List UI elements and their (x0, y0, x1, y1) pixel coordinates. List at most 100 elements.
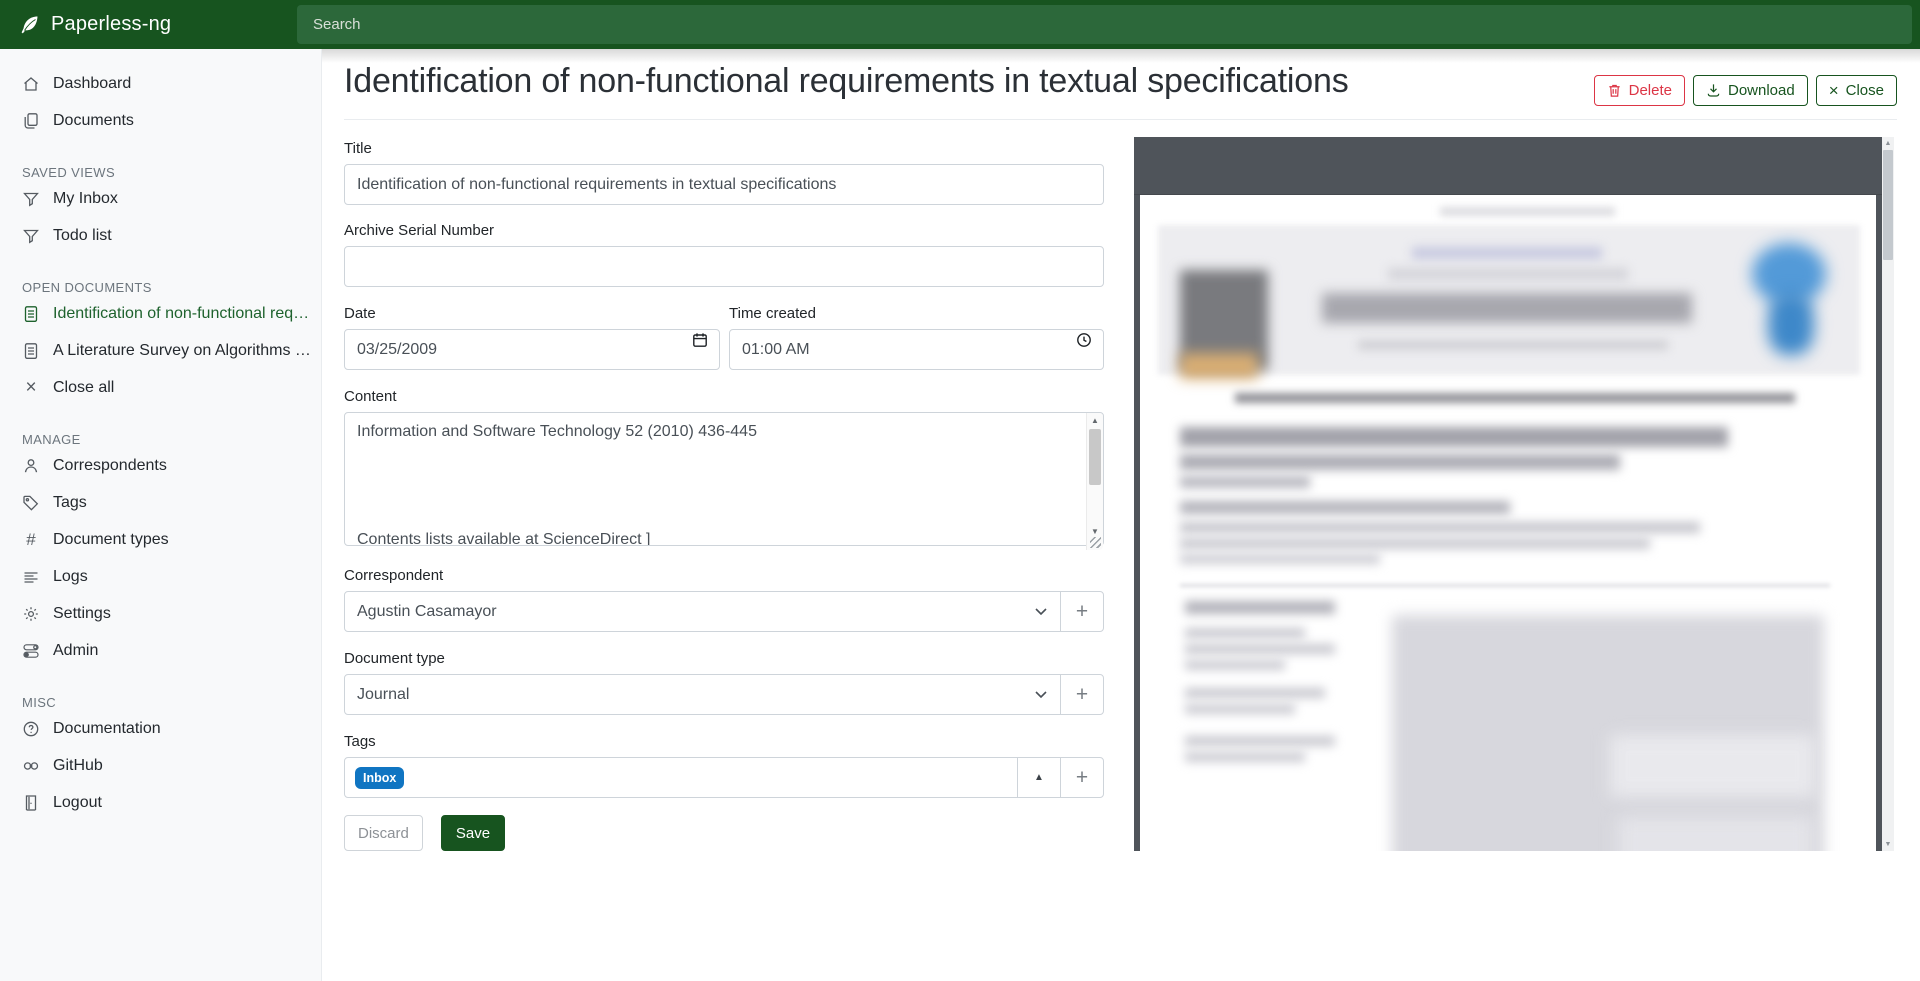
scroll-up-icon[interactable]: ▲ (1882, 140, 1894, 147)
sidebar-item-close-all[interactable]: × Close all (0, 369, 321, 406)
asn-field-group: Archive Serial Number (344, 222, 1104, 287)
close-label: Close (1846, 82, 1884, 99)
sidebar-section-manage: MANAGE (0, 420, 321, 447)
documents-icon (22, 112, 40, 130)
tags-label: Tags (344, 733, 1104, 750)
sidebar-item-label: Close all (53, 379, 124, 397)
sidebar-item-tags[interactable]: Tags (0, 484, 321, 521)
correspondent-label: Correspondent (344, 567, 1104, 584)
sidebar-item-dashboard[interactable]: Dashboard (0, 65, 321, 102)
blurred-affiliation-line-3 (1180, 554, 1380, 564)
sidebar-item-documentation[interactable]: Documentation (0, 710, 321, 747)
close-button[interactable]: × Close (1816, 75, 1897, 106)
date-label: Date (344, 305, 720, 322)
blurred-affiliation-line-2 (1180, 538, 1650, 549)
sidebar-item-logs[interactable]: Logs (0, 558, 321, 595)
pdf-page (1140, 195, 1876, 851)
blurred-article-info-heading (1185, 601, 1335, 614)
download-label: Download (1728, 82, 1795, 99)
correspondent-value: Agustin Casamayor (357, 603, 497, 621)
blurred-abstract-patch (1610, 735, 1815, 797)
add-tag-button[interactable]: + (1060, 757, 1104, 798)
content-scrollbar-thumb[interactable] (1089, 429, 1101, 485)
pdf-preview-pane: ▲ ▼ (1134, 137, 1894, 851)
blurred-info-line (1185, 644, 1335, 654)
delete-label: Delete (1629, 82, 1672, 99)
pdf-scrollbar-thumb[interactable] (1883, 150, 1893, 260)
header-divider (344, 119, 1897, 120)
blurred-article-title-line-1 (1180, 427, 1728, 447)
date-field-group: Date (344, 305, 720, 370)
document-type-select[interactable]: Journal (344, 674, 1061, 715)
title-input[interactable] (344, 164, 1104, 205)
date-input[interactable] (344, 329, 720, 370)
scroll-down-icon[interactable]: ▼ (1087, 527, 1103, 536)
list-icon (22, 568, 40, 586)
tag-badge-inbox[interactable]: Inbox (355, 767, 404, 789)
pdf-viewer-body[interactable] (1134, 195, 1882, 851)
correspondent-field-group: Correspondent Agustin Casamayor + (344, 567, 1104, 632)
file-text-icon (22, 342, 40, 360)
document-type-label: Document type (344, 650, 1104, 667)
sidebar-item-my-inbox[interactable]: My Inbox (0, 180, 321, 217)
search-input[interactable] (297, 5, 1912, 44)
delete-button[interactable]: Delete (1594, 75, 1685, 106)
scroll-down-icon[interactable]: ▼ (1882, 841, 1894, 848)
sidebar-item-github[interactable]: GitHub (0, 747, 321, 784)
sidebar-item-documents[interactable]: Documents (0, 102, 321, 139)
add-document-type-button[interactable]: + (1060, 674, 1104, 715)
navbar-shadow (322, 49, 1920, 63)
sidebar-item-label: Admin (53, 642, 108, 660)
blurred-journal-name (1322, 293, 1692, 323)
blurred-abstract-patch (1618, 817, 1813, 851)
scroll-up-icon[interactable]: ▲ (1087, 416, 1103, 425)
sidebar-item-label: Dashboard (53, 75, 141, 93)
download-button[interactable]: Download (1693, 75, 1808, 106)
sidebar-item-label: Correspondents (53, 457, 177, 475)
content-scrollbar[interactable]: ▲ ▼ (1086, 413, 1103, 550)
content-field-group: Content Information and Software Technol… (344, 388, 1104, 551)
link-icon (22, 757, 40, 775)
content-textarea[interactable]: Information and Software Technology 52 (… (344, 412, 1104, 546)
tags-field-group: Tags Inbox ▲ + (344, 733, 1104, 798)
app-brand[interactable]: Paperless-ng (0, 0, 322, 49)
time-label: Time created (729, 305, 1104, 322)
correspondent-select[interactable]: Agustin Casamayor (344, 591, 1061, 632)
add-correspondent-button[interactable]: + (1060, 591, 1104, 632)
pdf-viewer-toolbar (1134, 137, 1882, 195)
question-circle-icon (22, 720, 40, 738)
sidebar-item-todo-list[interactable]: Todo list (0, 217, 321, 254)
content-label: Content (344, 388, 1104, 405)
toggles-icon (22, 642, 40, 660)
sidebar-item-label: Document types (53, 531, 179, 549)
chevron-down-icon (1035, 691, 1047, 699)
save-button[interactable]: Save (441, 815, 505, 851)
person-icon (22, 457, 40, 475)
sidebar-item-settings[interactable]: Settings (0, 595, 321, 632)
resize-grip[interactable] (1090, 537, 1101, 548)
sidebar-item-correspondents[interactable]: Correspondents (0, 447, 321, 484)
time-input[interactable] (729, 329, 1104, 370)
document-actions: Delete Download × Close (1594, 75, 1897, 106)
sidebar-item-document-types[interactable]: # Document types (0, 521, 321, 558)
blurred-affiliation-line-1 (1180, 522, 1700, 533)
top-navbar: Paperless-ng (0, 0, 1920, 49)
collapse-tags-button[interactable]: ▲ (1017, 757, 1061, 798)
gear-icon (22, 605, 40, 623)
asn-input[interactable] (344, 246, 1104, 287)
pdf-scrollbar[interactable]: ▲ ▼ (1882, 137, 1894, 851)
blurred-info-line (1185, 704, 1295, 714)
sidebar-item-label: My Inbox (53, 190, 128, 208)
blurred-info-line (1185, 736, 1335, 746)
sidebar-item-label: Documentation (53, 720, 171, 738)
sidebar-open-document-2[interactable]: A Literature Survey on Algorithms for Mu… (0, 332, 321, 369)
sidebar-item-label: Settings (53, 605, 121, 623)
discard-button[interactable]: Discard (344, 815, 423, 851)
chevron-down-icon (1035, 608, 1047, 616)
tags-input[interactable]: Inbox (344, 757, 1018, 798)
time-field-group: Time created (729, 305, 1104, 370)
sidebar-item-admin[interactable]: Admin (0, 632, 321, 669)
sidebar-item-logout[interactable]: Logout (0, 784, 321, 821)
sidebar-open-document-1[interactable]: Identification of non-functional require… (0, 295, 321, 332)
filter-icon (22, 227, 40, 245)
